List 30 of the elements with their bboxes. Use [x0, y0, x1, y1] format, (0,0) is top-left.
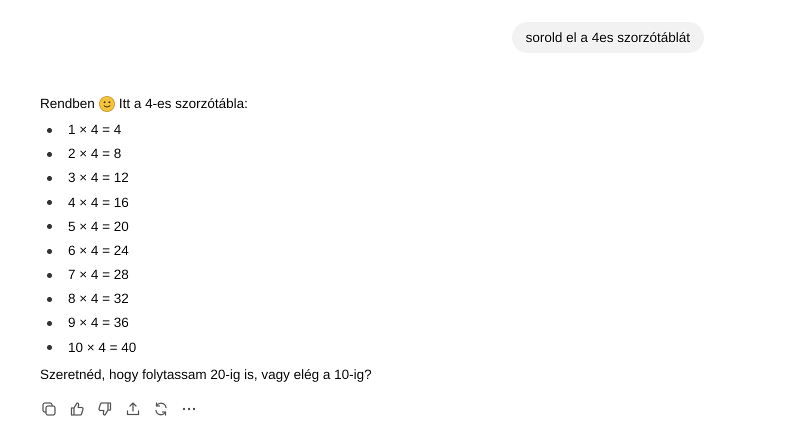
- list-item: 3 × 4 = 12: [68, 169, 129, 188]
- smiley-icon: [98, 96, 115, 112]
- list-item: 10 × 4 = 40: [68, 338, 136, 357]
- list-item: 8 × 4 = 32: [68, 290, 129, 308]
- thumbs-up-icon[interactable]: [69, 400, 85, 417]
- bullet: [47, 296, 52, 302]
- bullet: [47, 200, 52, 206]
- list-item: 5 × 4 = 20: [68, 218, 129, 236]
- refresh-icon[interactable]: [153, 400, 169, 417]
- list-item: 1 × 4 = 4: [68, 120, 122, 139]
- bullet: [47, 345, 52, 350]
- list-item: 4 × 4 = 16: [68, 194, 129, 212]
- list-item: 7 × 4 = 28: [68, 266, 129, 284]
- bullet: [47, 321, 52, 326]
- bullet: [47, 272, 52, 278]
- thumbs-down-icon[interactable]: [97, 400, 113, 417]
- reply-text: Szeretnéd, hogy folytassam 20-ig is, vagy elég a 10-ig?: [40, 366, 373, 384]
- list-item: 2 × 4 = 8: [68, 145, 122, 164]
- share-icon[interactable]: [125, 400, 141, 417]
- bullet: [47, 128, 52, 133]
- list-item: 6 × 4 = 24: [68, 242, 129, 260]
- reply-text: Rendben: [40, 94, 95, 113]
- user-message: sorold el a 4es szorzótáblát: [512, 22, 704, 53]
- bullet: [47, 152, 52, 157]
- bullet: [47, 248, 52, 254]
- bullet: [47, 224, 52, 230]
- list-item: 9 × 4 = 36: [68, 314, 129, 332]
- reply-text: Itt a 4-es szorzótábla:: [118, 94, 248, 113]
- copy-icon[interactable]: [41, 400, 57, 417]
- bullet: [47, 176, 52, 181]
